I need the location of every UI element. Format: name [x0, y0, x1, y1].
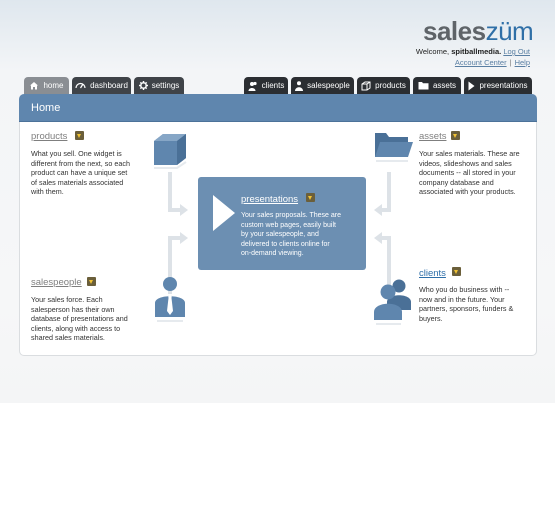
salespeople-info-icon[interactable] [87, 277, 96, 286]
products-link[interactable]: products [31, 131, 67, 142]
person-icon [295, 80, 304, 91]
presentations-description: Your sales proposals. These are custom w… [241, 212, 342, 257]
tab-salespeople[interactable]: salespeople [291, 77, 354, 94]
salespeople-description: Your sales force. Each salesperson has t… [31, 295, 128, 342]
tab-settings[interactable]: settings [134, 77, 184, 94]
help-link[interactable]: Help [515, 58, 530, 67]
dashboard-icon [75, 82, 86, 89]
presentations-box[interactable]: presentations Your sales proposals. Thes… [198, 177, 366, 270]
clients-link[interactable]: clients [419, 268, 446, 279]
logout-link[interactable]: Log Out [503, 47, 530, 56]
welcome-text: Welcome, [415, 47, 452, 56]
products-info-icon[interactable] [75, 131, 84, 140]
panel-header: Home [19, 94, 537, 122]
tab-products[interactable]: products [357, 77, 410, 94]
products-icon [361, 81, 371, 90]
assets-description: Your sales materials. These are videos, … [419, 149, 520, 196]
username: spitballmedia. [451, 47, 502, 56]
salesperson-icon[interactable] [153, 275, 187, 327]
presentations-info-icon[interactable] [306, 193, 315, 202]
page-title: Home [31, 102, 61, 114]
assets-info-icon[interactable] [451, 131, 460, 140]
play-icon [468, 81, 475, 90]
products-cube-icon[interactable] [152, 132, 188, 172]
tab-dashboard[interactable]: dashboard [72, 77, 131, 94]
clients-icon [248, 81, 257, 91]
salespeople-link[interactable]: salespeople [31, 277, 82, 288]
presentations-play-icon [213, 195, 235, 231]
home-icon [30, 82, 39, 90]
folder-icon [418, 82, 429, 90]
tab-home[interactable]: home [24, 77, 69, 94]
tab-presentations[interactable]: presentations [464, 77, 532, 94]
assets-link[interactable]: assets [419, 131, 446, 142]
tab-assets[interactable]: assets [413, 77, 461, 94]
clients-info-icon[interactable] [452, 267, 461, 276]
tab-clients[interactable]: clients [244, 77, 288, 94]
saleszum-logo[interactable]: saleszüm [423, 16, 534, 47]
presentations-link[interactable]: presentations [241, 194, 298, 205]
account-center-link[interactable]: Account Center [455, 58, 507, 67]
clients-description: Who you do business with -- now and in t… [419, 285, 514, 323]
gear-icon [138, 81, 148, 90]
account-area: Welcome, spitballmedia. Log Out Account … [415, 47, 530, 67]
assets-folder-icon[interactable] [372, 130, 414, 164]
products-description: What you sell. One widget is different f… [31, 149, 130, 196]
clients-group-icon[interactable] [373, 276, 413, 328]
